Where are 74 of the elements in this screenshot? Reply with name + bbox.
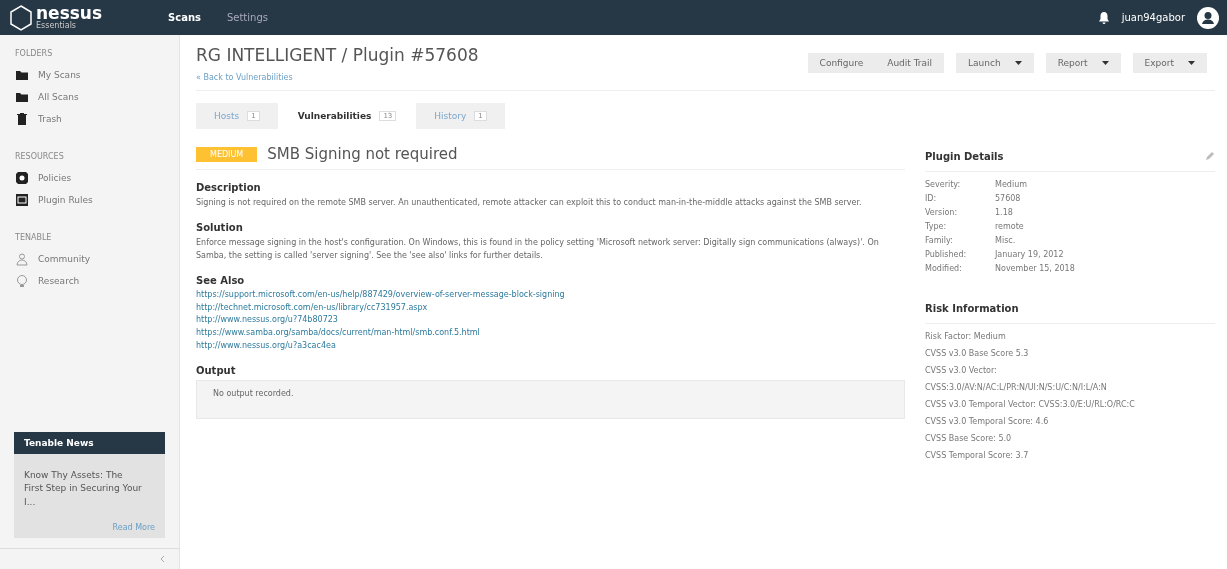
toolbar-button[interactable]: Audit Trail — [875, 53, 945, 73]
section-heading: Solution — [196, 221, 244, 233]
detail-label: Family: — [925, 236, 954, 245]
section-heading: See Also — [196, 274, 246, 286]
detail-label: Modified: — [925, 264, 963, 273]
toolbar-button[interactable]: Configure — [807, 53, 876, 73]
reference-link[interactable]: https://www.samba.org/samba/docs/current/man-html/smb.conf.5.html — [196, 327, 905, 340]
logo-text: nessus — [36, 5, 103, 22]
detail-value: January 19, 2012 — [995, 250, 1065, 259]
sidebar-item[interactable]: Trash — [0, 108, 179, 130]
collapse-icon[interactable] — [159, 555, 167, 563]
detail-value: 57608 — [995, 194, 1022, 203]
detail-label: Version: — [925, 208, 959, 217]
risk-line: CVSS v3.0 Temporal Vector: CVSS:3.0/E:U/RL:O/RC:C — [925, 400, 1136, 409]
panel-heading: Risk Information — [925, 303, 1019, 314]
reference-link[interactable]: http://www.nessus.org/u?a3cac4ea — [196, 339, 905, 353]
news-headline[interactable]: Know Thy Assets: The First Step in Securing Your I... — [24, 468, 144, 509]
octagon-icon — [15, 171, 29, 185]
folder-icon — [15, 68, 29, 82]
risk-line: Risk Factor: Medium — [925, 332, 1007, 341]
severity-badge: MEDIUM — [196, 146, 258, 162]
logo-subtitle: Essentials — [36, 22, 78, 30]
detail-value: remote — [995, 222, 1025, 231]
page-title: RG INTELLIGENT / Plugin #57608 — [196, 45, 479, 65]
toolbar-button[interactable]: Launch — [956, 53, 1034, 73]
risk-line: CVSS v3.0 Base Score 5.3 — [925, 349, 1030, 358]
detail-label: Severity: — [925, 180, 962, 189]
sidebar-item[interactable]: Policies — [0, 167, 179, 189]
nav-link[interactable]: Settings — [226, 12, 268, 23]
detail-label: Published: — [925, 250, 968, 259]
sidebar-heading: FOLDERS — [14, 49, 54, 60]
detail-label: Type: — [925, 222, 948, 231]
risk-line: CVSS v3.0 Temporal Score: 4.6 — [925, 417, 1050, 426]
toolbar-button[interactable]: Report — [1045, 53, 1121, 73]
person-icon — [15, 252, 29, 266]
sidebar-heading: TENABLE — [14, 233, 53, 244]
toolbar-button[interactable]: Export — [1132, 53, 1207, 73]
sidebar-item[interactable]: My Scans — [0, 64, 179, 86]
folder-icon — [15, 90, 29, 104]
pencil-icon[interactable] — [1205, 151, 1215, 161]
vulnerability-title: SMB Signing not required — [267, 145, 458, 163]
sidebar-item[interactable]: Community — [0, 248, 179, 270]
news-title: Tenable News — [14, 431, 165, 454]
risk-line: CVSS Base Score: 5.0 — [925, 434, 1013, 443]
section-text: Signing is not required on the remote SMB server. An unauthenticated, remote attacker can exploit this to conduct man-in-the-middle attacks against the SMB server. — [196, 197, 863, 209]
risk-line: CVSS:3.0/AV:N/AC:L/PR:N/UI:N/S:U/C:N/I:L/A:N — [925, 383, 1108, 392]
user-avatar-icon[interactable] — [1197, 6, 1219, 29]
back-link[interactable]: « Back to Vulnerabilities — [196, 73, 293, 82]
panel-heading: Plugin Details — [925, 151, 1004, 162]
reference-link[interactable]: https://support.microsoft.com/en-us/help/887429/overview-of-server-message-block-signing — [196, 288, 905, 302]
bell-icon[interactable] — [1097, 10, 1110, 25]
user-name[interactable]: juan94gabor — [1121, 12, 1185, 23]
section-heading: Output — [196, 364, 237, 376]
section-heading: Description — [196, 182, 262, 193]
detail-value: Misc. — [995, 236, 1017, 245]
logo-icon — [8, 4, 34, 31]
reference-link[interactable]: http://technet.microsoft.com/en-us/library/cc731957.aspx — [196, 301, 905, 315]
detail-label: ID: — [925, 194, 938, 203]
lightbulb-icon — [15, 274, 29, 288]
sidebar-item[interactable]: Research — [0, 270, 179, 292]
sidebar-heading: RESOURCES — [14, 152, 65, 163]
detail-value: 1.18 — [995, 208, 1014, 217]
reference-link[interactable]: http://www.nessus.org/u?74b80723 — [196, 314, 905, 328]
list-icon — [15, 193, 29, 207]
trash-icon — [15, 112, 29, 126]
detail-value: Medium — [995, 180, 1028, 189]
section-text: Enforce message signing in the host's configuration. On Windows, this is found in the policy setting 'Microsoft network server: Digitally sign communications (always)'. On Samba, the setting is called 'server signing'. See the 'see also' links for further details. — [196, 236, 880, 263]
sidebar-item[interactable]: Plugin Rules — [0, 189, 179, 211]
sidebar-item[interactable]: All Scans — [0, 86, 179, 108]
nav-link[interactable]: Scans — [168, 12, 201, 23]
risk-line: CVSS Temporal Score: 3.7 — [925, 451, 1030, 460]
risk-line: CVSS v3.0 Vector: — [925, 366, 998, 375]
output-text: No output recorded. — [213, 388, 294, 398]
detail-value: November 15, 2018 — [995, 264, 1076, 273]
